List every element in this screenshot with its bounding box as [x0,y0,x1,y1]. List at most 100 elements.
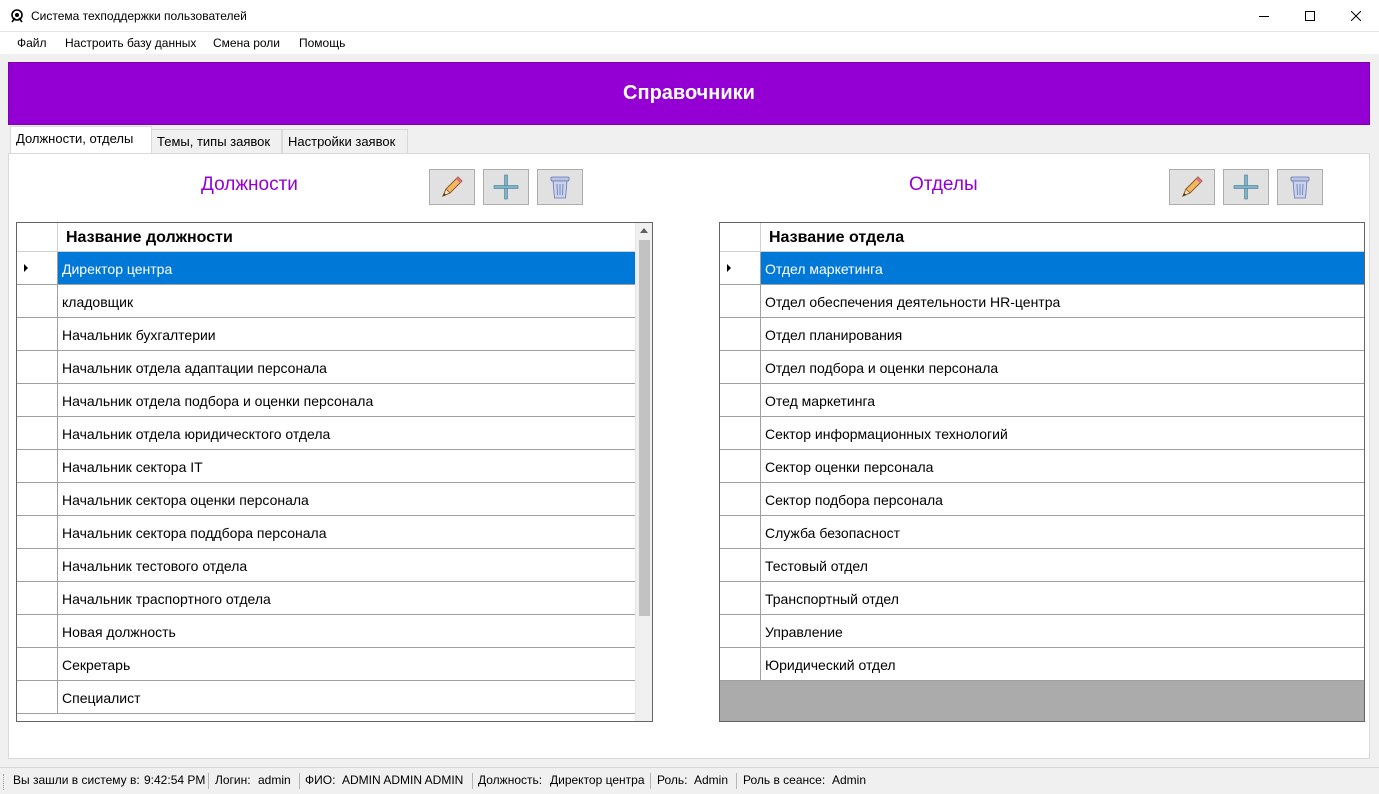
table-cell[interactable]: Отдел маркетинга [761,252,1364,284]
table-cell[interactable]: Сектор информационных технологий [761,417,1364,449]
row-header[interactable] [17,582,58,614]
departments-edit-button[interactable] [1169,169,1215,205]
row-header[interactable] [17,285,58,317]
departments-grid[interactable]: Название отдела Отдел маркетинга Отдел об… [719,222,1365,722]
table-row[interactable]: Сектор информационных технологий [720,417,1364,450]
table-cell[interactable]: Начальник отдела подбора и оценки персон… [58,384,636,416]
table-row[interactable]: Отед маркетинга [720,384,1364,417]
table-cell[interactable]: Начальник сектора оценки персонала [58,483,636,515]
table-row[interactable]: Управление [720,615,1364,648]
table-cell[interactable]: Сектор подбора персонала [761,483,1364,515]
table-cell[interactable]: Юридический отдел [761,648,1364,680]
row-header[interactable] [17,648,58,680]
table-row[interactable]: Начальник траспортного отдела [17,582,636,615]
row-header[interactable] [720,516,761,548]
minimize-button[interactable] [1241,0,1287,31]
row-header[interactable] [720,417,761,449]
column-header-department-name[interactable]: Название отдела [769,229,904,247]
table-row[interactable]: Начальник отдела адаптации персонала [17,351,636,384]
row-header[interactable] [720,351,761,383]
table-cell[interactable]: Специалист [58,681,636,713]
positions-delete-button[interactable] [537,169,583,205]
table-row[interactable]: Директор центра [17,252,636,285]
table-cell[interactable]: Отдел планирования [761,318,1364,350]
row-header[interactable] [720,384,761,416]
table-cell[interactable]: Отед маркетинга [761,384,1364,416]
row-header[interactable] [17,483,58,515]
table-cell[interactable]: Служба безопасност [761,516,1364,548]
table-row[interactable]: Транспортный отдел [720,582,1364,615]
departments-add-button[interactable] [1223,169,1269,205]
table-row[interactable]: Начальник тестового отдела [17,549,636,582]
column-header-position-name[interactable]: Название должности [66,229,233,247]
table-cell[interactable]: Секретарь [58,648,636,680]
table-row[interactable]: Отдел подбора и оценки персонала [720,351,1364,384]
table-cell[interactable]: Начальник сектора поддбора персонала [58,516,636,548]
close-button[interactable] [1333,0,1379,31]
table-cell[interactable]: Тестовый отдел [761,549,1364,581]
maximize-button[interactable] [1287,0,1333,31]
table-cell[interactable]: Транспортный отдел [761,582,1364,614]
row-header[interactable] [720,318,761,350]
table-cell[interactable]: Начальник бухгалтерии [58,318,636,350]
table-row[interactable]: Начальник сектора поддбора персонала [17,516,636,549]
table-row[interactable]: Юридический отдел [720,648,1364,681]
positions-add-button[interactable] [483,169,529,205]
table-cell[interactable]: Новая должность [58,615,636,647]
row-header[interactable] [720,285,761,317]
table-cell[interactable]: Начальник траспортного отдела [58,582,636,614]
table-row[interactable]: Тестовый отдел [720,549,1364,582]
table-row[interactable]: Сектор оценки персонала [720,450,1364,483]
table-row[interactable]: Служба безопасност [720,516,1364,549]
scroll-up-icon[interactable] [640,228,648,233]
row-header[interactable] [720,252,761,284]
positions-grid[interactable]: Название должности Директор центра кладов… [16,222,653,722]
menu-change-role[interactable]: Смена роли [213,36,280,50]
table-row[interactable]: Специалист [17,681,636,714]
table-cell[interactable]: Директор центра [58,252,636,284]
table-cell[interactable]: кладовщик [58,285,636,317]
tab-request-settings[interactable]: Настройки заявок [282,129,408,153]
table-row[interactable]: Начальник отдела подбора и оценки персон… [17,384,636,417]
row-header[interactable] [17,549,58,581]
table-row[interactable]: Секретарь [17,648,636,681]
table-cell[interactable]: Начальник отдела адаптации персонала [58,351,636,383]
table-row[interactable]: Начальник бухгалтерии [17,318,636,351]
table-row[interactable]: Отдел маркетинга [720,252,1364,285]
table-cell[interactable]: Начальник сектора IT [58,450,636,482]
row-header[interactable] [720,450,761,482]
row-header[interactable] [720,615,761,647]
table-row[interactable]: Сектор подбора персонала [720,483,1364,516]
menu-help[interactable]: Помощь [299,36,345,50]
table-row[interactable]: Новая должность [17,615,636,648]
row-header[interactable] [720,648,761,680]
table-cell[interactable]: Сектор оценки персонала [761,450,1364,482]
row-header[interactable] [17,417,58,449]
menu-configure-database[interactable]: Настроить базу данных [65,36,196,50]
row-header[interactable] [720,483,761,515]
row-header[interactable] [720,582,761,614]
table-cell[interactable]: Отдел подбора и оценки персонала [761,351,1364,383]
table-cell[interactable]: Отдел обеспечения деятельности HR-центра [761,285,1364,317]
table-cell[interactable]: Начальник отдела юридическтого отдела [58,417,636,449]
positions-edit-button[interactable] [429,169,475,205]
table-row[interactable]: кладовщик [17,285,636,318]
row-header[interactable] [17,681,58,713]
table-row[interactable]: Отдел планирования [720,318,1364,351]
menu-file[interactable]: Файл [17,36,47,50]
departments-delete-button[interactable] [1277,169,1323,205]
table-row[interactable]: Начальник отдела юридическтого отдела [17,417,636,450]
row-header[interactable] [720,549,761,581]
table-row[interactable]: Начальник сектора оценки персонала [17,483,636,516]
row-header[interactable] [17,252,58,284]
row-header[interactable] [17,318,58,350]
scrollbar-thumb[interactable] [639,240,650,616]
row-header[interactable] [17,615,58,647]
tab-topics-request-types[interactable]: Темы, типы заявок [151,129,282,153]
table-cell[interactable]: Управление [761,615,1364,647]
table-cell[interactable]: Начальник тестового отдела [58,549,636,581]
table-row[interactable]: Отдел обеспечения деятельности HR-центра [720,285,1364,318]
row-header[interactable] [17,516,58,548]
row-header[interactable] [17,351,58,383]
row-header[interactable] [17,384,58,416]
